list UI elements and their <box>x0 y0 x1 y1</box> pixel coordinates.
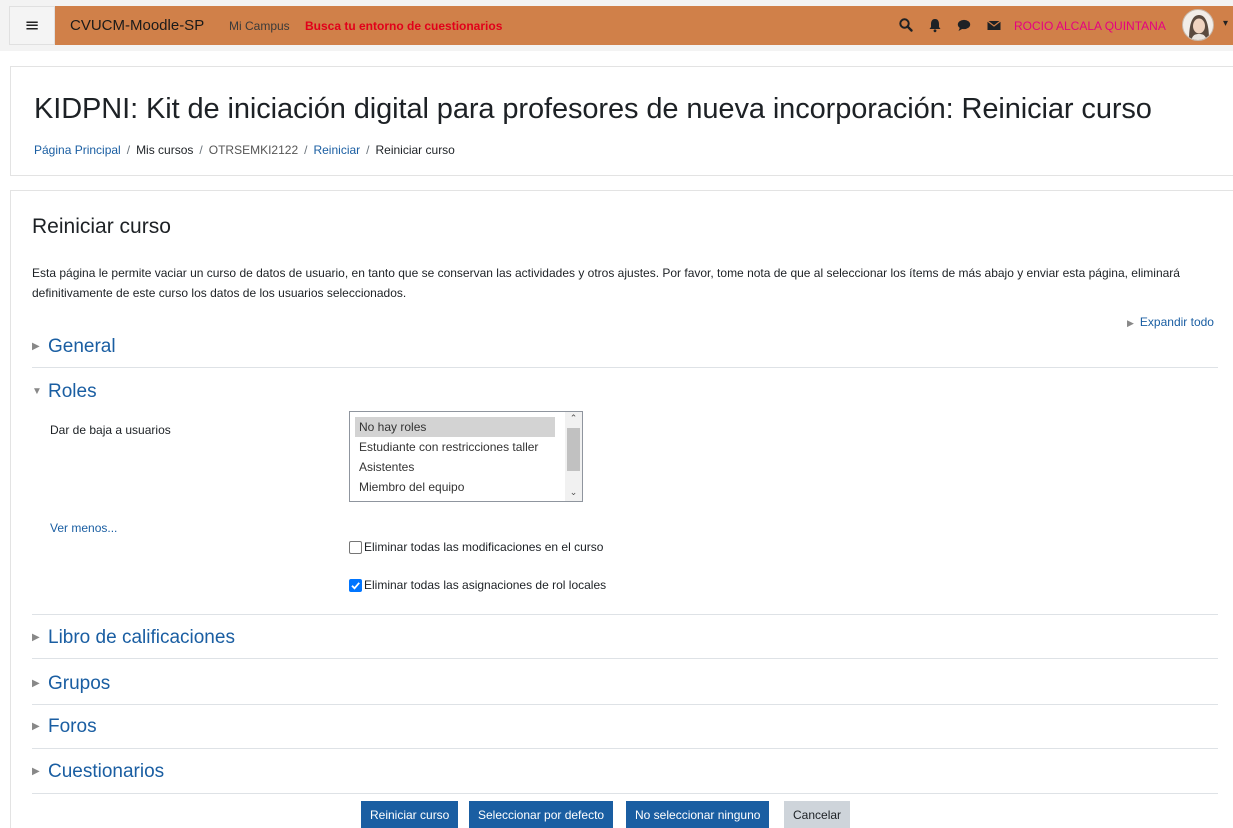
expand-all-link[interactable]: ▶ Expandir todo <box>1127 315 1214 329</box>
scrollbar-thumb[interactable] <box>567 428 580 471</box>
busca-entorno-link[interactable]: Busca tu entorno de cuestionarios <box>305 19 502 33</box>
role-option[interactable]: Asistentes <box>355 457 555 477</box>
role-option[interactable]: Estudiante con restricciones taller <box>355 437 555 457</box>
section-groups-label: Grupos <box>48 673 111 694</box>
caret-right-icon: ▶ <box>1127 318 1134 328</box>
caret-right-icon: ▶ <box>32 678 40 689</box>
deselect-all-button[interactable]: No seleccionar ninguno <box>626 801 770 828</box>
section-forums-label: Foros <box>48 716 97 737</box>
bell-icon[interactable] <box>927 17 943 33</box>
chat-icon[interactable] <box>956 17 972 33</box>
site-name-link[interactable]: CVUCM-Moodle-SP <box>70 17 204 34</box>
top-navbar: ≡ CVUCM-Moodle-SP Mi Campus Busca tu ent… <box>0 0 1233 51</box>
scroll-down-icon[interactable]: ⌄ <box>565 486 582 501</box>
remove-local-roles-checkbox-row[interactable]: Eliminar todas las asignaciones de rol l… <box>349 578 606 592</box>
intro-text: Esta página le permite vaciar un curso d… <box>32 266 1180 300</box>
reset-course-button[interactable]: Reiniciar curso <box>361 801 459 828</box>
section-quizzes[interactable]: ▶ Cuestionarios <box>32 761 164 783</box>
show-less-link[interactable]: Ver menos... <box>50 521 117 535</box>
section-forums[interactable]: ▶ Foros <box>32 716 97 738</box>
divider <box>32 704 1218 705</box>
avatar[interactable] <box>1182 9 1214 41</box>
main-content: Reiniciar curso Esta página le permite v… <box>10 190 1233 828</box>
divider <box>32 658 1218 659</box>
caret-down-icon: ▼ <box>32 386 42 397</box>
section-quizzes-label: Cuestionarios <box>48 761 165 782</box>
breadcrumb-my-courses: Mis cursos <box>136 143 194 157</box>
user-name-link[interactable]: ROCIO ALCALA QUINTANA <box>1014 19 1166 33</box>
section-gradebook[interactable]: ▶ Libro de calificaciones <box>32 627 235 649</box>
unenrol-users-label: Dar de baja a usuarios <box>50 423 171 437</box>
divider <box>32 367 1218 368</box>
roles-listbox[interactable]: No hay roles Estudiante con restriccione… <box>349 411 583 502</box>
role-option[interactable]: Miembro del equipo <box>355 477 555 497</box>
breadcrumb: Página Principal / Mis cursos / OTRSEMKI2122… <box>34 143 455 157</box>
breadcrumb-current: Reiniciar curso <box>375 143 455 157</box>
expand-all-label: Expandir todo <box>1139 315 1214 329</box>
cancel-button[interactable]: Cancelar <box>784 801 851 828</box>
search-icon[interactable] <box>898 17 914 33</box>
caret-right-icon: ▶ <box>32 721 40 732</box>
breadcrumb-course: OTRSEMKI2122 <box>208 143 299 157</box>
section-general-label: General <box>48 336 116 357</box>
user-avatar-icon <box>1189 15 1209 40</box>
scroll-up-icon[interactable]: ⌃ <box>565 412 582 427</box>
navbar-bar: ≡ CVUCM-Moodle-SP Mi Campus Busca tu ent… <box>9 6 1233 45</box>
caret-right-icon: ▶ <box>32 766 40 777</box>
mi-campus-link[interactable]: Mi Campus <box>229 19 290 33</box>
remove-local-roles-checkbox[interactable] <box>349 578 362 592</box>
remove-overrides-checkbox-row[interactable]: Eliminar todas las modificaciones en el … <box>349 540 603 554</box>
remove-overrides-label: Eliminar todas las modificaciones en el … <box>364 540 604 554</box>
role-option[interactable]: No hay roles <box>355 417 555 437</box>
envelope-icon[interactable] <box>986 17 1002 33</box>
caret-right-icon: ▶ <box>32 632 40 643</box>
section-general[interactable]: ▶ General <box>32 336 116 358</box>
section-roles-label: Roles <box>48 381 97 402</box>
menu-icon[interactable]: ≡ <box>9 6 55 45</box>
check-icon <box>351 581 360 590</box>
section-gradebook-label: Libro de calificaciones <box>48 627 235 648</box>
page-title: KIDPNI: Kit de iniciación digital para p… <box>34 93 1152 125</box>
page-header: KIDPNI: Kit de iniciación digital para p… <box>10 66 1233 176</box>
chevron-down-icon[interactable]: ▾ <box>1223 18 1228 29</box>
section-heading: Reiniciar curso <box>32 215 171 238</box>
section-roles[interactable]: ▼ Roles <box>32 381 97 403</box>
breadcrumb-home[interactable]: Página Principal <box>34 143 121 157</box>
caret-right-icon: ▶ <box>32 341 40 352</box>
divider <box>32 614 1218 615</box>
divider <box>32 748 1218 749</box>
section-groups[interactable]: ▶ Grupos <box>32 673 110 695</box>
breadcrumb-reset[interactable]: Reiniciar <box>313 143 360 157</box>
select-default-button[interactable]: Seleccionar por defecto <box>469 801 614 828</box>
remove-local-roles-label: Eliminar todas las asignaciones de rol l… <box>364 578 607 592</box>
remove-overrides-checkbox[interactable] <box>349 540 362 554</box>
listbox-scrollbar[interactable]: ⌃ ⌄ <box>565 412 582 501</box>
divider <box>32 793 1218 794</box>
